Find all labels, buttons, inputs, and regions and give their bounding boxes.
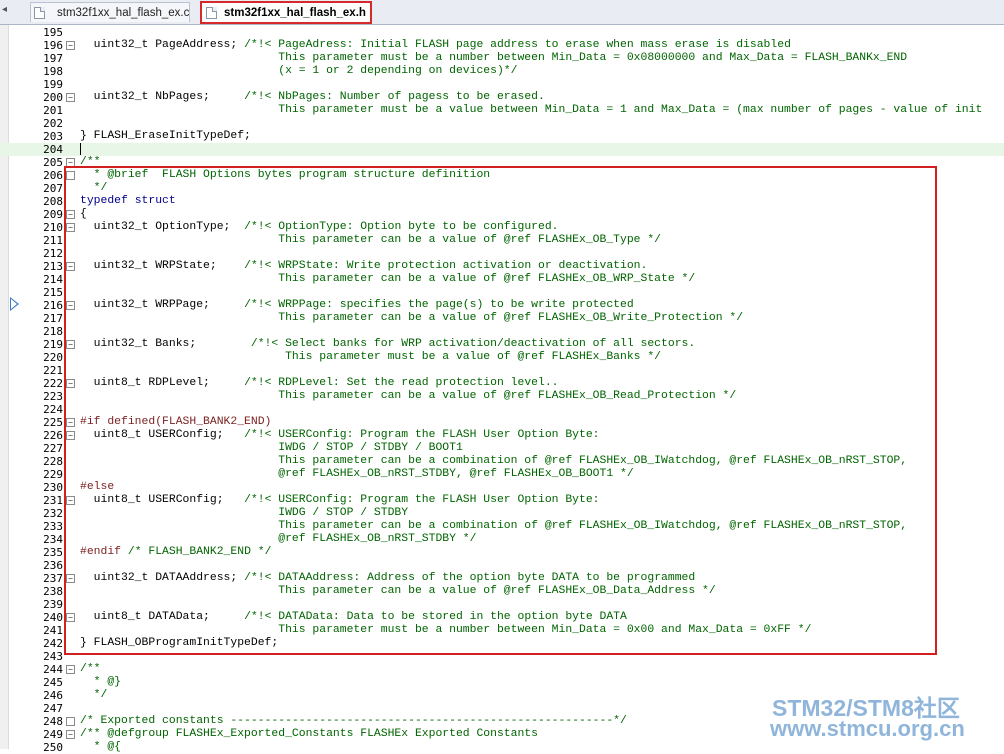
line-number: 247 <box>43 702 63 715</box>
line-number: 208 <box>43 195 63 208</box>
code-text: /** @defgroup FLASHEx_Exported_Constants… <box>80 728 538 740</box>
line-number: 207 <box>43 182 63 195</box>
code-line[interactable]: 245 * @} <box>0 676 1004 689</box>
line-number: 195 <box>43 26 63 39</box>
line-number: 197 <box>43 52 63 65</box>
line-number: 226 <box>43 429 63 442</box>
tab-bar: ◂ stm32f1xx_hal_flash_ex.c stm32f1xx_hal… <box>0 0 1004 25</box>
line-number: 230 <box>43 481 63 494</box>
line-number: 231 <box>43 494 63 507</box>
line-number: 250 <box>43 741 63 754</box>
code-line[interactable]: 250 * @{ <box>0 741 1004 754</box>
text-cursor <box>80 143 81 155</box>
file-icon <box>206 7 217 19</box>
line-number: 241 <box>43 624 63 637</box>
line-number: 246 <box>43 689 63 702</box>
code-line[interactable]: 203 } FLASH_EraseInitTypeDef; <box>0 130 1004 143</box>
code-text: This parameter must be a value between M… <box>80 104 983 116</box>
line-number: 227 <box>43 442 63 455</box>
code-line[interactable]: 198 (x = 1 or 2 depending on devices)*/ <box>0 65 1004 78</box>
code-text: /* Exported constants ------------------… <box>80 715 627 727</box>
file-icon <box>34 7 45 19</box>
watermark-url: www.stmcu.org.cn <box>770 716 965 741</box>
line-number: 219 <box>43 338 63 351</box>
code-line[interactable]: 201 This parameter must be a value betwe… <box>0 104 1004 117</box>
line-number: 200 <box>43 91 63 104</box>
line-number: 236 <box>43 559 63 572</box>
tab-scroll-icon[interactable]: ◂ <box>2 4 20 20</box>
code-line[interactable]: 204 <box>0 143 1004 156</box>
line-number: 229 <box>43 468 63 481</box>
code-text: uint32_t PageAddress; /*!< PageAdress: I… <box>80 39 791 51</box>
line-number: 196 <box>43 39 63 52</box>
line-number: 245 <box>43 676 63 689</box>
line-number: 205 <box>43 156 63 169</box>
fold-toggle-icon[interactable] <box>66 717 75 726</box>
line-number: 242 <box>43 637 63 650</box>
code-text: * @} <box>80 676 122 688</box>
line-number: 235 <box>43 546 63 559</box>
code-line[interactable]: 202 <box>0 117 1004 130</box>
code-text: * @{ <box>80 741 122 753</box>
code-line[interactable]: 244−/** <box>0 663 1004 676</box>
line-number: 225 <box>43 416 63 429</box>
code-line[interactable]: 195 <box>0 26 1004 39</box>
line-number: 213 <box>43 260 63 273</box>
code-text: This parameter must be a number between … <box>80 52 908 64</box>
line-number: 249 <box>43 728 63 741</box>
code-text: (x = 1 or 2 depending on devices)*/ <box>80 65 518 77</box>
line-number: 239 <box>43 598 63 611</box>
line-number: 215 <box>43 286 63 299</box>
line-number: 243 <box>43 650 63 663</box>
code-line[interactable]: 196− uint32_t PageAddress; /*!< PageAdre… <box>0 39 1004 52</box>
line-number: 198 <box>43 65 63 78</box>
line-number: 210 <box>43 221 63 234</box>
line-number: 232 <box>43 507 63 520</box>
line-number: 201 <box>43 104 63 117</box>
tab-label: stm32f1xx_hal_flash_ex.c <box>57 7 190 19</box>
fold-toggle-icon[interactable]: − <box>66 730 75 739</box>
line-number: 240 <box>43 611 63 624</box>
line-number: 217 <box>43 312 63 325</box>
line-number: 223 <box>43 390 63 403</box>
line-number: 237 <box>43 572 63 585</box>
line-number: 224 <box>43 403 63 416</box>
code-text: uint32_t NbPages; /*!< NbPages: Number o… <box>80 91 545 103</box>
line-number: 203 <box>43 130 63 143</box>
line-number: 228 <box>43 455 63 468</box>
line-number: 233 <box>43 520 63 533</box>
line-number: 199 <box>43 78 63 91</box>
line-number: 244 <box>43 663 63 676</box>
highlight-box <box>64 166 937 655</box>
tab-flash-ex-h[interactable]: stm32f1xx_hal_flash_ex.h <box>200 1 372 24</box>
line-number: 220 <box>43 351 63 364</box>
line-number: 211 <box>43 234 63 247</box>
line-number: 221 <box>43 364 63 377</box>
line-number: 222 <box>43 377 63 390</box>
line-number: 218 <box>43 325 63 338</box>
line-number: 212 <box>43 247 63 260</box>
code-line[interactable]: 199 <box>0 78 1004 91</box>
line-number: 209 <box>43 208 63 221</box>
code-text: */ <box>80 689 108 701</box>
code-line[interactable]: 197 This parameter must be a number betw… <box>0 52 1004 65</box>
line-number: 214 <box>43 273 63 286</box>
tab-flash-ex-c[interactable]: stm32f1xx_hal_flash_ex.c <box>30 2 190 22</box>
tab-label: stm32f1xx_hal_flash_ex.h <box>224 7 366 19</box>
fold-toggle-icon[interactable]: − <box>66 665 75 674</box>
line-number: 248 <box>43 715 63 728</box>
line-number: 204 <box>43 143 63 156</box>
code-text: } FLASH_EraseInitTypeDef; <box>80 130 251 142</box>
fold-toggle-icon[interactable]: − <box>66 93 75 102</box>
line-number: 238 <box>43 585 63 598</box>
code-text: /** <box>80 663 101 675</box>
line-number: 206 <box>43 169 63 182</box>
line-number: 234 <box>43 533 63 546</box>
line-number: 216 <box>43 299 63 312</box>
line-number: 202 <box>43 117 63 130</box>
fold-toggle-icon[interactable]: − <box>66 41 75 50</box>
code-line[interactable]: 200− uint32_t NbPages; /*!< NbPages: Num… <box>0 91 1004 104</box>
